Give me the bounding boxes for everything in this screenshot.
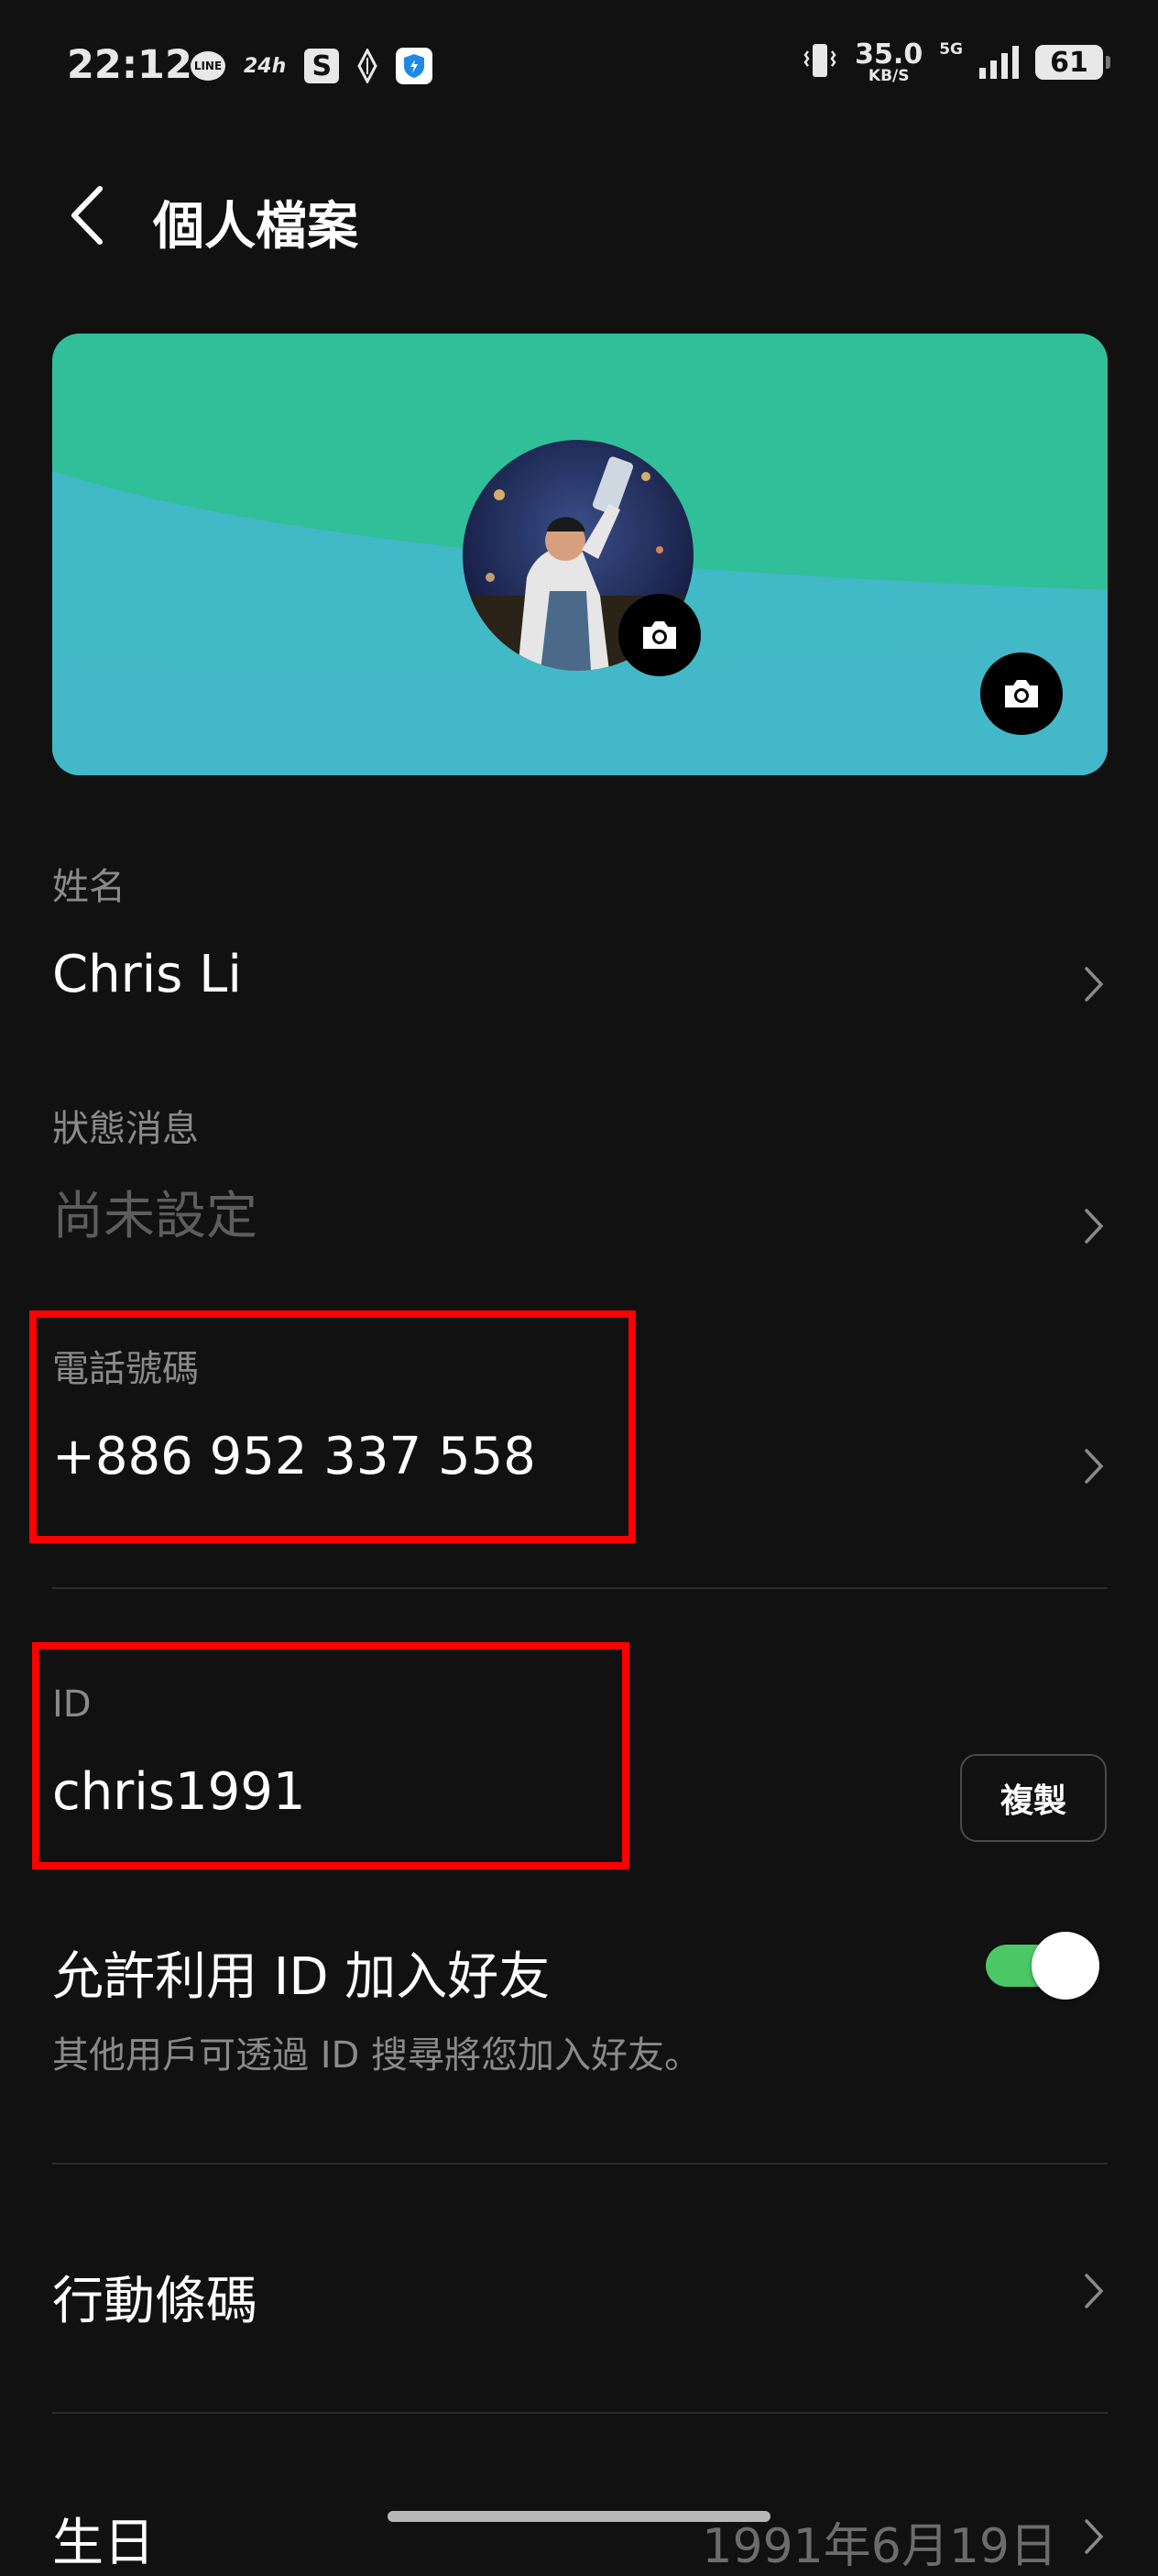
s-app-icon: S — [304, 49, 340, 83]
birthday-label: 生日 — [52, 2514, 155, 2573]
barcode-chevron-right-icon[interactable] — [1080, 2269, 1108, 2313]
cover-camera-button[interactable] — [980, 652, 1063, 735]
allow-id-title: 允許利用 ID 加入好友 — [52, 1947, 551, 2007]
chevron-right-icon — [1080, 1204, 1108, 1248]
status-message-value: 尚未設定 — [52, 1187, 257, 1246]
toggle-knob — [1032, 1932, 1099, 2000]
vpn-shield-icon — [396, 48, 433, 84]
highlight-box-phone — [29, 1310, 636, 1543]
profile-cover[interactable] — [52, 334, 1108, 775]
status-time: 22:12 — [67, 42, 192, 88]
birthday-chevron-right-icon[interactable] — [1080, 2515, 1108, 2559]
name-label: 姓名 — [52, 866, 126, 908]
name-value: Chris Li — [52, 945, 242, 1004]
chevron-right-icon — [1080, 1444, 1108, 1488]
status-bar: 22:12 LINE 24h S 35.0 KB/S 5G 61 — [0, 0, 1158, 137]
camera-icon — [1005, 680, 1038, 707]
diamond-app-icon — [357, 49, 377, 83]
vibrate-icon — [802, 40, 838, 84]
network-type: 5G — [939, 40, 963, 59]
network-speed: 35.0 KB/S — [855, 38, 923, 85]
signal-icon — [979, 46, 1019, 79]
divider — [52, 1587, 1108, 1589]
header: 個人檔案 — [0, 165, 1158, 266]
copy-button[interactable]: 複製 — [960, 1754, 1107, 1842]
24h-app-icon: 24h — [244, 54, 287, 78]
name-row[interactable]: 姓名 Chris Li — [52, 866, 1108, 1004]
status-message-row[interactable]: 狀態消息 尚未設定 — [52, 1108, 1108, 1246]
chevron-right-icon — [1080, 962, 1108, 1006]
camera-icon — [643, 621, 676, 649]
battery-icon: 61 — [1035, 45, 1110, 80]
home-indicator[interactable] — [388, 2511, 770, 2522]
divider — [52, 2163, 1108, 2165]
system-icons: 35.0 KB/S 5G 61 — [802, 38, 1110, 85]
allow-id-toggle[interactable] — [986, 1932, 1099, 2000]
status-message-label: 狀態消息 — [52, 1108, 199, 1150]
page-title: 個人檔案 — [153, 197, 358, 257]
highlight-box-id — [32, 1642, 629, 1869]
barcode-label: 行動條碼 — [52, 2272, 257, 2331]
allow-id-description: 其他用戶可透過 ID 搜尋將您加入好友。 — [52, 2034, 702, 2077]
back-button[interactable] — [55, 183, 119, 247]
chevron-left-icon — [71, 186, 103, 245]
divider — [52, 2412, 1108, 2414]
avatar-camera-button[interactable] — [618, 594, 701, 676]
notification-icons: LINE 24h S — [191, 48, 433, 84]
line-notification-icon: LINE — [191, 51, 225, 81]
